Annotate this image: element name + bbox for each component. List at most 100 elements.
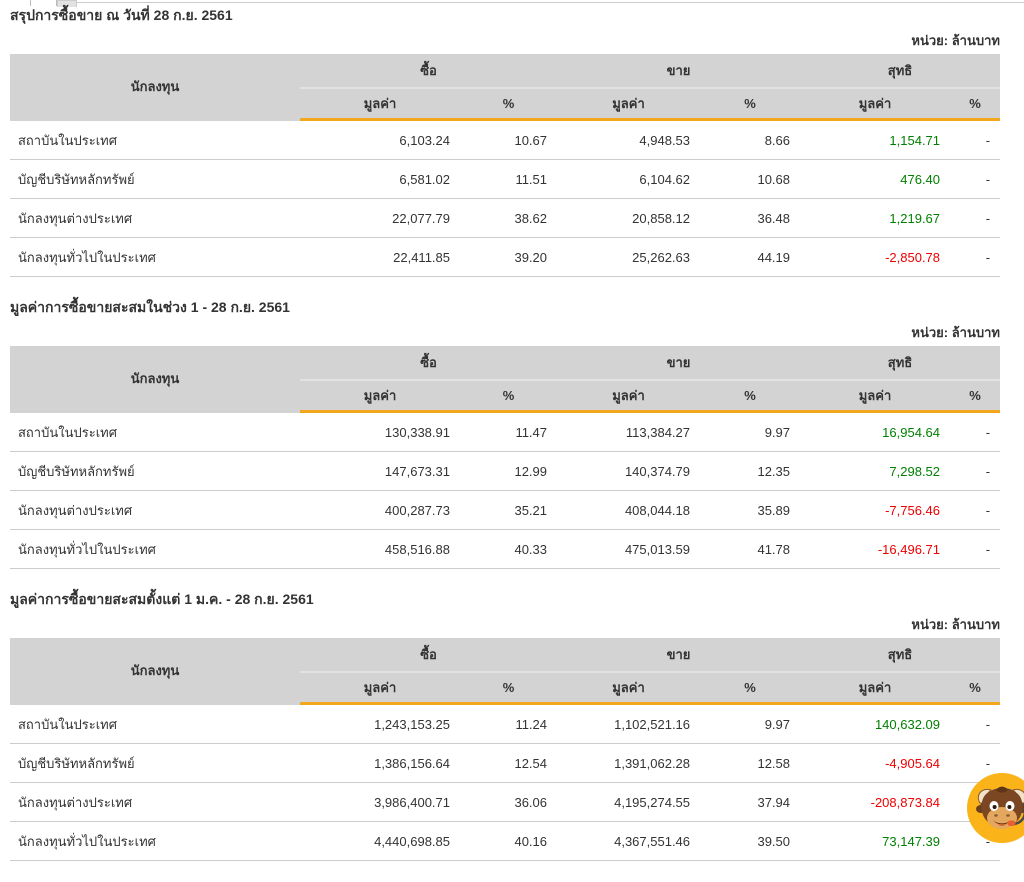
investor-name-cell: บัญชีบริษัทหลักทรัพย์ bbox=[10, 744, 300, 783]
col-header-sell-value: มูลค่า bbox=[557, 672, 700, 704]
net-percent-cell: - bbox=[950, 491, 1000, 530]
trading-table-section: มูลค่าการซื้อขายสะสมตั้งแต่ 1 ม.ค. - 28 … bbox=[10, 590, 1000, 861]
col-header-investor: นักลงทุน bbox=[10, 346, 300, 412]
table-header-group-row: นักลงทุน ซื้อ ขาย สุทธิ bbox=[10, 54, 1000, 88]
col-header-sell-value: มูลค่า bbox=[557, 380, 700, 412]
col-header-investor: นักลงทุน bbox=[10, 54, 300, 120]
net-value-cell: 73,147.39 bbox=[800, 822, 950, 861]
buy-value-cell: 22,411.85 bbox=[300, 238, 460, 277]
buy-value-cell: 4,440,698.85 bbox=[300, 822, 460, 861]
investor-name-cell: นักลงทุนต่างประเทศ bbox=[10, 783, 300, 822]
col-header-buy-value: มูลค่า bbox=[300, 88, 460, 120]
col-header-sell-percent: % bbox=[700, 380, 800, 412]
sell-value-cell: 1,391,062.28 bbox=[557, 744, 700, 783]
table-row: บัญชีบริษัทหลักทรัพย์147,673.3112.99140,… bbox=[10, 452, 1000, 491]
investor-table: นักลงทุน ซื้อ ขาย สุทธิ มูลค่า % มูลค่า … bbox=[10, 638, 1000, 861]
buy-value-cell: 1,386,156.64 bbox=[300, 744, 460, 783]
net-value-cell: 140,632.09 bbox=[800, 704, 950, 744]
table-row: นักลงทุนต่างประเทศ400,287.7335.21408,044… bbox=[10, 491, 1000, 530]
unit-label: หน่วย: ล้านบาท bbox=[10, 617, 1000, 633]
buy-percent-cell: 39.20 bbox=[460, 238, 557, 277]
sell-value-cell: 4,195,274.55 bbox=[557, 783, 700, 822]
net-value-cell: 476.40 bbox=[800, 160, 950, 199]
sell-percent-cell: 35.89 bbox=[700, 491, 800, 530]
net-percent-cell: - bbox=[950, 120, 1000, 160]
sell-value-cell: 4,367,551.46 bbox=[557, 822, 700, 861]
investor-name-cell: นักลงทุนทั่วไปในประเทศ bbox=[10, 530, 300, 569]
sell-value-cell: 6,104.62 bbox=[557, 160, 700, 199]
net-value-cell: 16,954.64 bbox=[800, 412, 950, 452]
sell-percent-cell: 8.66 bbox=[700, 120, 800, 160]
sell-percent-cell: 39.50 bbox=[700, 822, 800, 861]
buy-value-cell: 130,338.91 bbox=[300, 412, 460, 452]
table-row: นักลงทุนทั่วไปในประเทศ22,411.8539.2025,2… bbox=[10, 238, 1000, 277]
investor-name-cell: บัญชีบริษัทหลักทรัพย์ bbox=[10, 452, 300, 491]
col-header-buy-percent: % bbox=[460, 380, 557, 412]
buy-value-cell: 1,243,153.25 bbox=[300, 704, 460, 744]
col-header-buy: ซื้อ bbox=[300, 346, 557, 380]
investor-table: นักลงทุน ซื้อ ขาย สุทธิ มูลค่า % มูลค่า … bbox=[10, 346, 1000, 569]
sell-percent-cell: 41.78 bbox=[700, 530, 800, 569]
col-header-buy-percent: % bbox=[460, 88, 557, 120]
table-row: สถาบันในประเทศ1,243,153.2511.241,102,521… bbox=[10, 704, 1000, 744]
col-header-buy-value: มูลค่า bbox=[300, 380, 460, 412]
buy-value-cell: 458,516.88 bbox=[300, 530, 460, 569]
investor-name-cell: นักลงทุนทั่วไปในประเทศ bbox=[10, 822, 300, 861]
table-row: สถาบันในประเทศ130,338.9111.47113,384.279… bbox=[10, 412, 1000, 452]
sell-value-cell: 4,948.53 bbox=[557, 120, 700, 160]
net-percent-cell: - bbox=[950, 199, 1000, 238]
table-body: สถาบันในประเทศ130,338.9111.47113,384.279… bbox=[10, 412, 1000, 569]
sell-value-cell: 113,384.27 bbox=[557, 412, 700, 452]
sell-value-cell: 20,858.12 bbox=[557, 199, 700, 238]
col-header-sell-percent: % bbox=[700, 88, 800, 120]
sell-percent-cell: 9.97 bbox=[700, 704, 800, 744]
investor-name-cell: สถาบันในประเทศ bbox=[10, 704, 300, 744]
table-body: สถาบันในประเทศ6,103.2410.674,948.538.661… bbox=[10, 120, 1000, 277]
trading-table-section: มูลค่าการซื้อขายสะสมในช่วง 1 - 28 ก.ย. 2… bbox=[10, 298, 1000, 569]
net-percent-cell: - bbox=[950, 160, 1000, 199]
sell-value-cell: 1,102,521.16 bbox=[557, 704, 700, 744]
buy-percent-cell: 11.47 bbox=[460, 412, 557, 452]
buy-value-cell: 22,077.79 bbox=[300, 199, 460, 238]
buy-percent-cell: 40.33 bbox=[460, 530, 557, 569]
col-header-buy-value: มูลค่า bbox=[300, 672, 460, 704]
sell-percent-cell: 12.58 bbox=[700, 744, 800, 783]
col-header-sell: ขาย bbox=[557, 54, 800, 88]
sell-value-cell: 475,013.59 bbox=[557, 530, 700, 569]
investor-name-cell: สถาบันในประเทศ bbox=[10, 120, 300, 160]
investor-name-cell: สถาบันในประเทศ bbox=[10, 412, 300, 452]
buy-percent-cell: 38.62 bbox=[460, 199, 557, 238]
trading-table-section: สรุปการซื้อขาย ณ วันที่ 28 ก.ย. 2561 หน่… bbox=[10, 6, 1000, 277]
net-percent-cell: - bbox=[950, 530, 1000, 569]
col-header-net-value: มูลค่า bbox=[800, 88, 950, 120]
table-header-group-row: นักลงทุน ซื้อ ขาย สุทธิ bbox=[10, 638, 1000, 672]
col-header-investor: นักลงทุน bbox=[10, 638, 300, 704]
col-header-net-percent: % bbox=[950, 88, 1000, 120]
buy-percent-cell: 12.54 bbox=[460, 744, 557, 783]
net-value-cell: -16,496.71 bbox=[800, 530, 950, 569]
table-row: นักลงทุนต่างประเทศ22,077.7938.6220,858.1… bbox=[10, 199, 1000, 238]
col-header-net-percent: % bbox=[950, 380, 1000, 412]
net-value-cell: -7,756.46 bbox=[800, 491, 950, 530]
buy-percent-cell: 11.51 bbox=[460, 160, 557, 199]
col-header-sell-percent: % bbox=[700, 672, 800, 704]
net-value-cell: 7,298.52 bbox=[800, 452, 950, 491]
col-header-buy-percent: % bbox=[460, 672, 557, 704]
buy-value-cell: 3,986,400.71 bbox=[300, 783, 460, 822]
chat-mascot-button[interactable] bbox=[966, 772, 1024, 844]
bull-mascot-icon bbox=[966, 772, 1024, 844]
unit-label: หน่วย: ล้านบาท bbox=[10, 33, 1000, 49]
col-header-net: สุทธิ bbox=[800, 346, 1000, 380]
table-row: บัญชีบริษัทหลักทรัพย์6,581.0211.516,104.… bbox=[10, 160, 1000, 199]
sell-value-cell: 408,044.18 bbox=[557, 491, 700, 530]
col-header-net-percent: % bbox=[950, 672, 1000, 704]
net-percent-cell: - bbox=[950, 452, 1000, 491]
col-header-sell: ขาย bbox=[557, 638, 800, 672]
table-body: สถาบันในประเทศ1,243,153.2511.241,102,521… bbox=[10, 704, 1000, 861]
col-header-buy: ซื้อ bbox=[300, 638, 557, 672]
col-header-net: สุทธิ bbox=[800, 54, 1000, 88]
sell-percent-cell: 44.19 bbox=[700, 238, 800, 277]
net-percent-cell: - bbox=[950, 412, 1000, 452]
table-row: นักลงทุนทั่วไปในประเทศ4,440,698.8540.164… bbox=[10, 822, 1000, 861]
table-row: สถาบันในประเทศ6,103.2410.674,948.538.661… bbox=[10, 120, 1000, 160]
